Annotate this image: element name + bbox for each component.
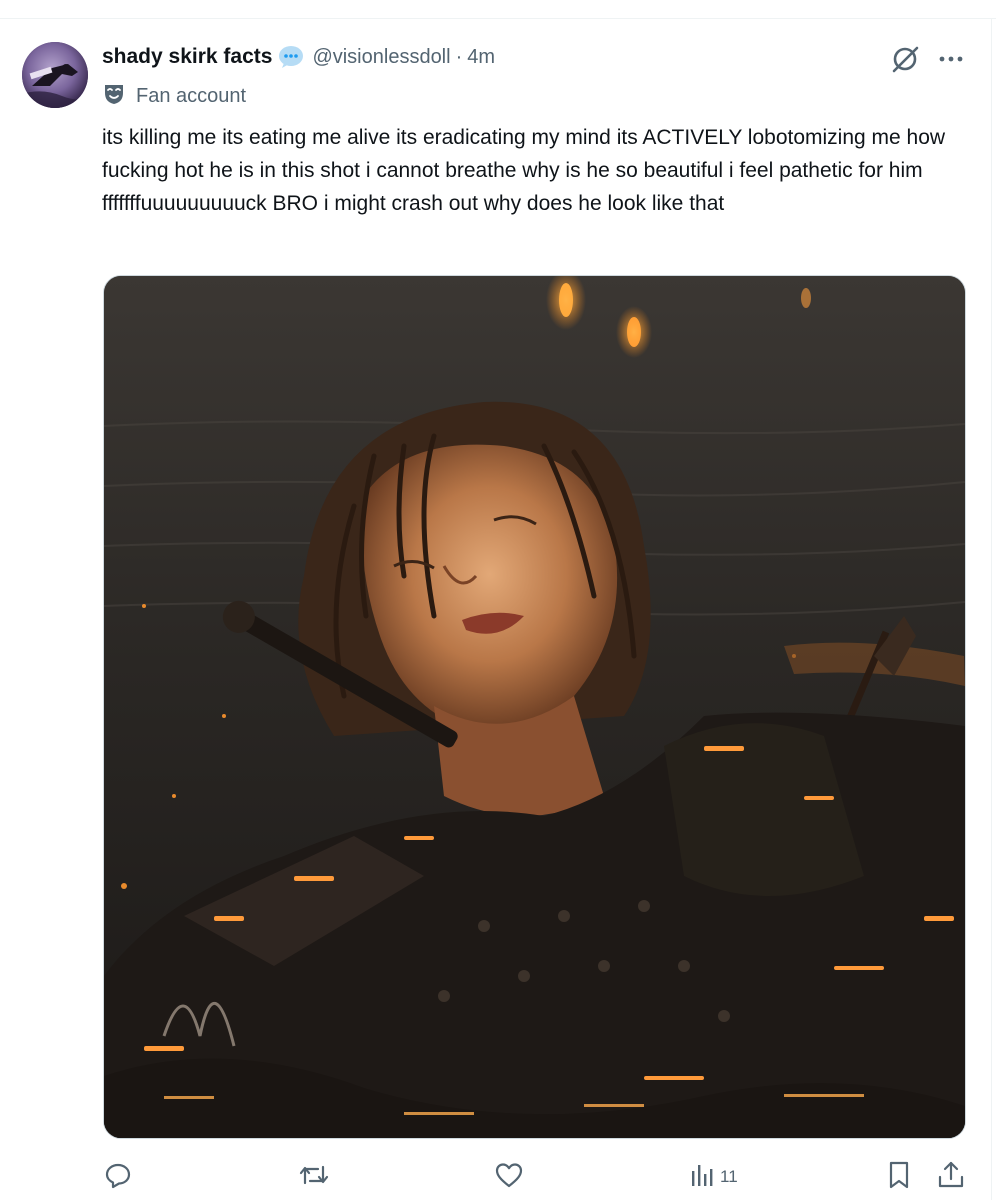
grok-icon[interactable] xyxy=(890,44,920,74)
top-divider xyxy=(0,18,996,19)
right-divider xyxy=(991,18,992,1200)
share-icon xyxy=(936,1160,966,1195)
like-button[interactable] xyxy=(494,1160,524,1194)
affiliation-label: Fan account xyxy=(136,84,247,107)
repost-icon xyxy=(298,1161,330,1194)
share-button[interactable] xyxy=(936,1160,966,1194)
avatar-image xyxy=(22,42,88,108)
timestamp[interactable]: 4m xyxy=(467,46,495,69)
repost-button[interactable] xyxy=(298,1160,330,1194)
views-icon xyxy=(690,1161,716,1194)
avatar[interactable] xyxy=(22,42,88,108)
handle[interactable]: @visionlessdoll xyxy=(312,46,450,69)
heart-icon xyxy=(494,1161,524,1194)
tweet-header: shady skirk facts @visionlessdoll · 4m xyxy=(102,42,495,72)
reply-button[interactable] xyxy=(104,1160,132,1194)
bookmark-icon xyxy=(886,1160,912,1195)
affiliation-row: Fan account xyxy=(102,82,246,110)
tweet-media-photo[interactable] xyxy=(103,275,966,1139)
fan-account-mask-icon xyxy=(102,82,126,111)
views-button[interactable]: 11 xyxy=(690,1160,738,1194)
views-count: 11 xyxy=(720,1167,738,1186)
bookmark-button[interactable] xyxy=(886,1160,912,1194)
speech-bubble-icon xyxy=(278,44,304,70)
reply-icon xyxy=(104,1161,132,1194)
tweet-text: its killing me its eating me alive its e… xyxy=(102,126,946,215)
display-name[interactable]: shady skirk facts xyxy=(102,45,272,69)
more-options-icon[interactable] xyxy=(936,44,966,74)
separator-dot: · xyxy=(455,45,463,68)
